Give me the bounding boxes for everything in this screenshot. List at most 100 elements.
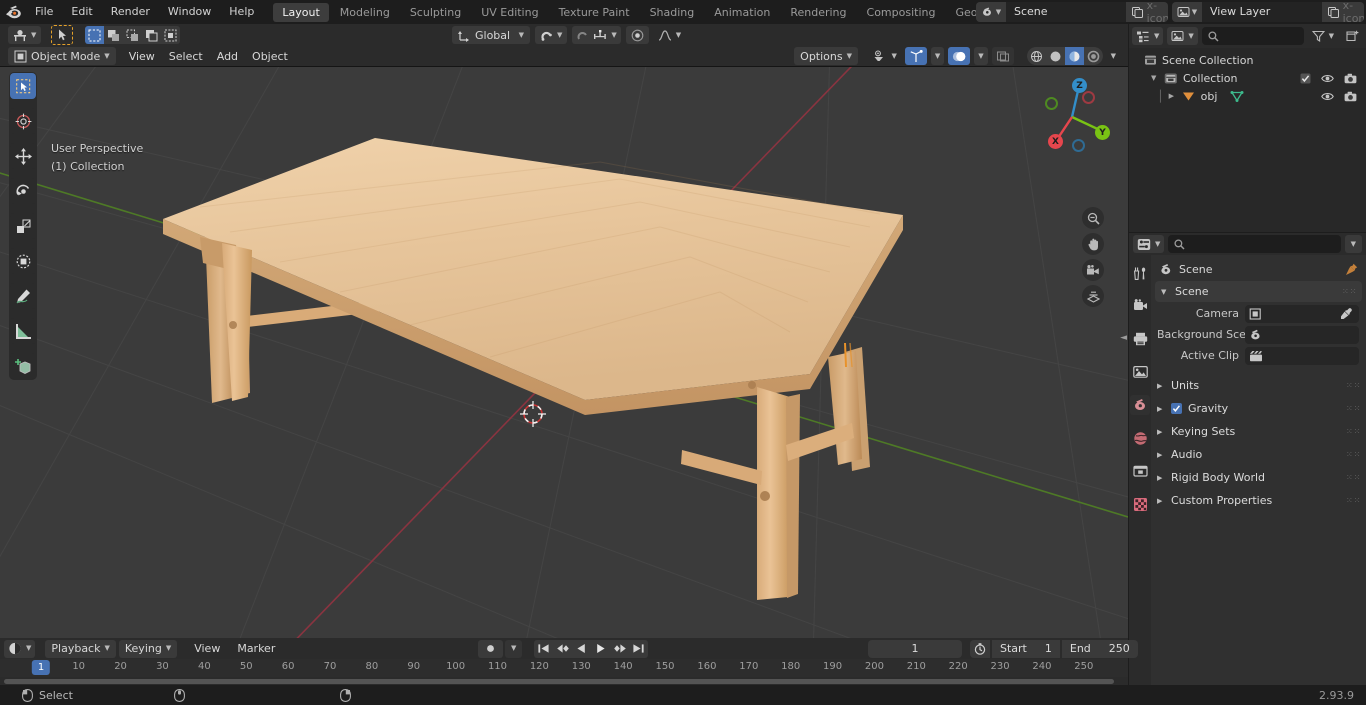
- background-scene-field[interactable]: [1245, 325, 1359, 344]
- camera-icon[interactable]: [1344, 73, 1357, 84]
- eye-icon[interactable]: [1321, 73, 1334, 84]
- workspace-tab-layout[interactable]: Layout: [273, 2, 329, 22]
- workspace-tab-sculpting[interactable]: Sculpting: [401, 3, 470, 22]
- tab-view-layer[interactable]: [1130, 362, 1150, 382]
- outliner-search-input[interactable]: [1201, 27, 1304, 45]
- workspace-tab-texture-paint[interactable]: Texture Paint: [550, 3, 639, 22]
- timeline-menu-marker[interactable]: Marker: [230, 640, 282, 658]
- workspace-tab-compositing[interactable]: Compositing: [858, 3, 945, 22]
- menu-render[interactable]: Render: [102, 0, 159, 24]
- jump-next-keyframe-icon[interactable]: [610, 639, 630, 658]
- camera-icon[interactable]: [1344, 91, 1357, 102]
- expander-right-icon[interactable]: ▶: [1157, 428, 1165, 436]
- navigation-gizmo[interactable]: Z Y X: [1034, 75, 1110, 152]
- outliner-row-collection[interactable]: ▼ Collection: [1129, 69, 1366, 87]
- active-clip-field[interactable]: [1245, 346, 1359, 365]
- tweak-cursor-icon[interactable]: [51, 25, 74, 45]
- expander-right-icon[interactable]: ▶: [1157, 497, 1165, 505]
- outliner-row-scene-collection[interactable]: Scene Collection: [1129, 51, 1366, 69]
- select-intersect-icon[interactable]: [161, 26, 181, 44]
- options-dropdown[interactable]: Options ▼: [794, 47, 858, 65]
- toggle-ortho-icon[interactable]: [1082, 285, 1104, 307]
- active-tool-button[interactable]: ▼: [8, 26, 42, 44]
- jump-prev-keyframe-icon[interactable]: [553, 639, 573, 658]
- shading-rendered-icon[interactable]: [1083, 47, 1103, 65]
- expander-down-icon[interactable]: ▼: [1151, 74, 1159, 82]
- shading-solid-icon[interactable]: [1045, 47, 1065, 65]
- subpanel-units[interactable]: ▶ Units ⁙⁙: [1151, 375, 1366, 396]
- workspace-tab-modeling[interactable]: Modeling: [331, 3, 399, 22]
- timeline-scrollbar[interactable]: [4, 679, 1114, 684]
- overlays-dropdown[interactable]: ▼: [974, 47, 988, 65]
- overlays-toggle-button[interactable]: [948, 47, 971, 65]
- select-invert-icon[interactable]: [142, 26, 162, 44]
- expander-right-icon[interactable]: ▶: [1157, 451, 1165, 459]
- gizmo-axis-neg-z[interactable]: [1072, 139, 1085, 152]
- menu-file[interactable]: File: [26, 0, 62, 24]
- select-extend-icon[interactable]: [104, 26, 124, 44]
- tab-texture[interactable]: [1130, 494, 1150, 514]
- playback-dropdown[interactable]: Playback ▼: [45, 639, 116, 658]
- blender-logo-icon[interactable]: [0, 0, 26, 24]
- select-subtract-icon[interactable]: [123, 26, 143, 44]
- scene-browse-icon[interactable]: ▼: [976, 2, 1006, 22]
- eye-icon[interactable]: [1321, 91, 1334, 102]
- annotate-tool[interactable]: [10, 283, 36, 309]
- shading-dropdown[interactable]: ▼: [1107, 47, 1120, 65]
- gizmo-axis-neg-y[interactable]: [1045, 97, 1058, 110]
- workspace-tab-uv-editing[interactable]: UV Editing: [472, 3, 547, 22]
- workspace-tab-shading[interactable]: Shading: [641, 3, 704, 22]
- use-preview-range-icon[interactable]: [970, 639, 990, 658]
- rotate-tool[interactable]: [10, 178, 36, 204]
- viewport-menu-view[interactable]: View: [122, 47, 162, 65]
- current-frame-field[interactable]: 1: [868, 639, 962, 658]
- scene-name-field[interactable]: Scene: [1006, 2, 1126, 22]
- add-cube-tool[interactable]: [10, 353, 36, 379]
- transform-orientation-dropdown[interactable]: Global ▼: [452, 26, 530, 44]
- measure-tool[interactable]: [10, 318, 36, 344]
- view-layer-name-field[interactable]: View Layer: [1202, 2, 1322, 22]
- 3d-viewport[interactable]: User Perspective (1) Collection Z Y X ◄: [0, 67, 1128, 638]
- frame-end-field[interactable]: End 250: [1061, 639, 1138, 658]
- scene-copy-icon[interactable]: [1126, 2, 1148, 22]
- gravity-checkbox[interactable]: [1171, 403, 1182, 414]
- menu-edit[interactable]: Edit: [62, 0, 101, 24]
- snap-magnet-button[interactable]: ▼: [535, 26, 568, 44]
- subpanel-rigid-body-world[interactable]: ▶ Rigid Body World ⁙⁙: [1151, 467, 1366, 488]
- tab-world[interactable]: [1130, 428, 1150, 448]
- expander-right-icon[interactable]: ▶: [1157, 382, 1165, 390]
- select-set-icon[interactable]: [85, 26, 105, 44]
- timeline-ruler[interactable]: 1 10 20 30 40 50 60 70 80 90 100 110 120 130 140 150 16…: [0, 659, 1128, 677]
- camera-field[interactable]: [1245, 304, 1359, 323]
- xray-toggle-button[interactable]: [991, 47, 1014, 65]
- pan-hand-icon[interactable]: [1082, 233, 1104, 255]
- gizmo-axis-x[interactable]: X: [1048, 134, 1063, 149]
- select-box-tool[interactable]: [10, 73, 36, 99]
- proportional-edit-button[interactable]: [625, 26, 649, 44]
- timeline-menu-view[interactable]: View: [187, 640, 227, 658]
- properties-editor-type-dropdown[interactable]: ▼: [1133, 235, 1165, 253]
- scale-tool[interactable]: [10, 213, 36, 239]
- shading-wireframe-icon[interactable]: [1026, 47, 1046, 65]
- object-mode-dropdown[interactable]: Object Mode ▼: [8, 47, 116, 65]
- menu-window[interactable]: Window: [159, 0, 220, 24]
- viewport-sidebar-toggle[interactable]: ◄: [1120, 333, 1127, 343]
- expander-right-icon[interactable]: ▶: [1157, 474, 1165, 482]
- checkbox-icon[interactable]: [1300, 73, 1311, 84]
- subpanel-audio[interactable]: ▶ Audio ⁙⁙: [1151, 444, 1366, 465]
- auto-keying-dropdown[interactable]: ▼: [505, 639, 523, 658]
- jump-to-start-icon[interactable]: [534, 639, 554, 658]
- properties-options-dropdown[interactable]: ▼: [1344, 235, 1362, 253]
- view-layer-browse-icon[interactable]: ▼: [1172, 2, 1202, 22]
- tab-output[interactable]: [1130, 329, 1150, 349]
- visibility-filter-button[interactable]: ▼: [869, 47, 900, 65]
- viewport-menu-add[interactable]: Add: [210, 47, 245, 65]
- timeline-editor-type-dropdown[interactable]: ▼: [4, 639, 36, 658]
- gizmo-dropdown[interactable]: ▼: [930, 47, 945, 65]
- subpanel-custom-properties[interactable]: ▶ Custom Properties ⁙⁙: [1151, 490, 1366, 511]
- expander-right-icon[interactable]: ▶: [1169, 92, 1177, 100]
- view-layer-copy-icon[interactable]: [1322, 2, 1344, 22]
- expander-right-icon[interactable]: ▶: [1157, 405, 1165, 413]
- view-layer-remove-icon[interactable]: x-icon: [1343, 2, 1364, 22]
- snap-settings-button[interactable]: ▼: [572, 26, 621, 44]
